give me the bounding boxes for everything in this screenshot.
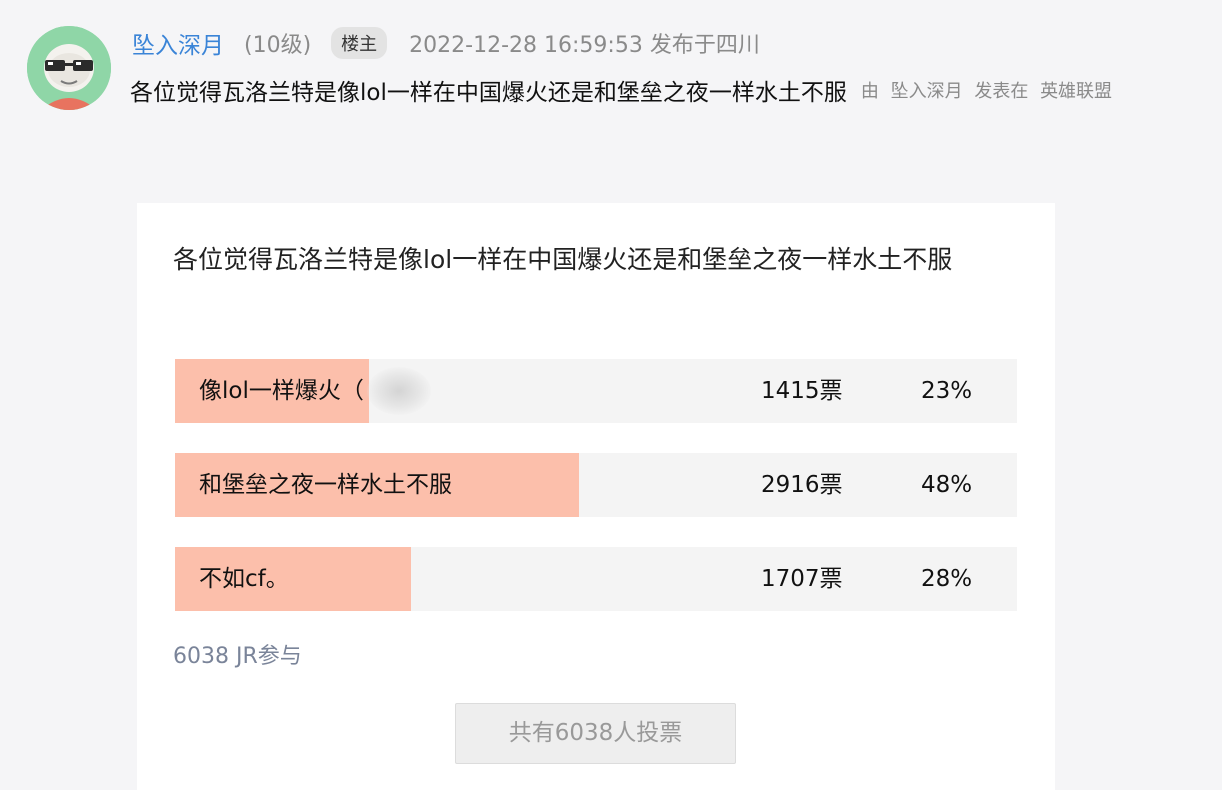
blurred-emoji-icon [367, 367, 431, 415]
poll-option[interactable]: 像lol一样爆火（ 1415票 23% [175, 359, 1017, 423]
username-link[interactable]: 坠入深月 [132, 26, 224, 60]
meta-posted: 发表在 [974, 81, 1029, 102]
post-header: 坠入深月 (10级) 楼主 2022-12-28 16:59:53 发布于四川 [132, 26, 760, 60]
post-title[interactable]: 各位觉得瓦洛兰特是像lol一样在中国爆火还是和堡垒之夜一样水土不服 [130, 73, 847, 107]
vote-count-button[interactable]: 共有6038人投票 [455, 703, 736, 764]
meta-author-link[interactable]: 坠入深月 [891, 81, 963, 102]
user-level: (10级) [244, 33, 312, 58]
participant-count: 6038 JR参与 [173, 644, 302, 669]
poll-option[interactable]: 不如cf。 1707票 28% [175, 547, 1017, 611]
poll-option-votes: 2916票 [761, 472, 843, 498]
poll-option[interactable]: 和堡垒之夜一样水土不服 2916票 48% [175, 453, 1017, 517]
meta-forum-link[interactable]: 英雄联盟 [1040, 81, 1112, 102]
poll-option-votes: 1707票 [761, 566, 843, 592]
avatar[interactable] [27, 26, 111, 110]
post-meta: 由 坠入深月 发表在 英雄联盟 [861, 77, 1118, 103]
op-badge: 楼主 [331, 27, 388, 59]
poll-option-percent: 23% [921, 378, 973, 404]
poll-option-percent: 28% [921, 566, 973, 592]
poll-option-label: 和堡垒之夜一样水土不服 [199, 472, 452, 498]
post-title-row: 各位觉得瓦洛兰特是像lol一样在中国爆火还是和堡垒之夜一样水土不服 由 坠入深月… [130, 72, 1118, 108]
poll-option-label: 不如cf。 [199, 566, 289, 592]
post-timestamp: 2022-12-28 16:59:53 发布于四川 [409, 33, 760, 58]
meta-by: 由 [860, 81, 879, 102]
poll-option-percent: 48% [921, 472, 973, 498]
poll-option-votes: 1415票 [761, 378, 843, 404]
poll-question: 各位觉得瓦洛兰特是像lol一样在中国爆火还是和堡垒之夜一样水土不服 [173, 245, 953, 274]
poll-option-label: 像lol一样爆火（ [199, 378, 364, 404]
avatar-cartoon-icon [27, 26, 111, 110]
poll-card: 各位觉得瓦洛兰特是像lol一样在中国爆火还是和堡垒之夜一样水土不服 像lol一样… [137, 203, 1055, 790]
